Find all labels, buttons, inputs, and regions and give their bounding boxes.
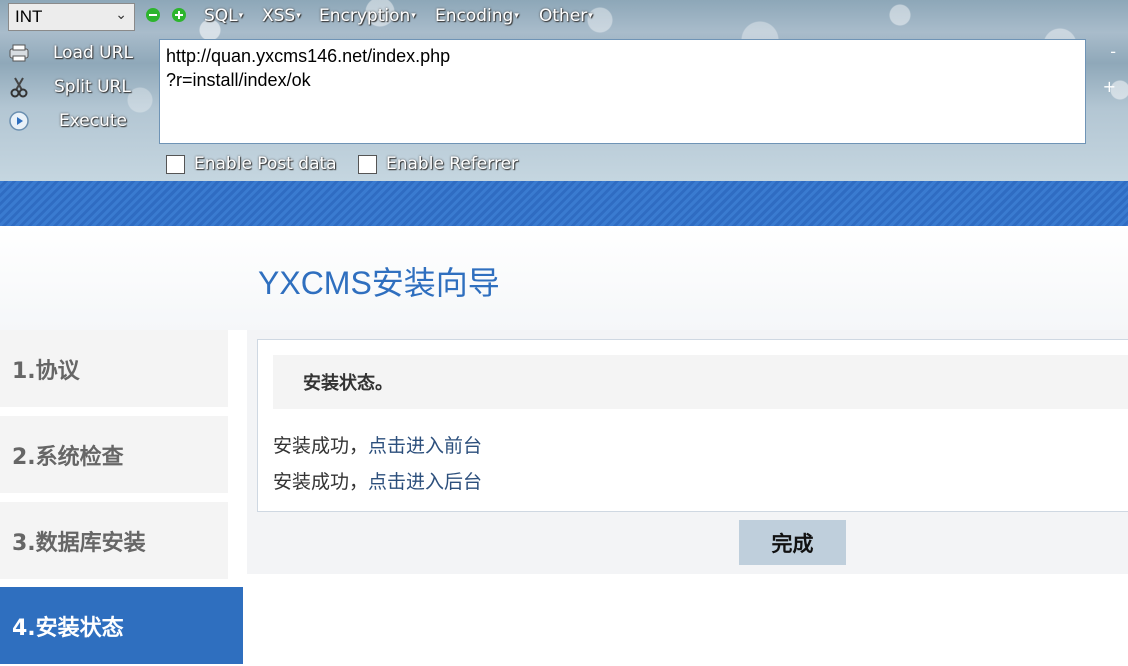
message-prefix: 安装成功， — [273, 435, 369, 457]
play-icon — [9, 111, 29, 131]
url-input[interactable]: http://quan.yxcms146.net/index.php ?r=in… — [159, 39, 1086, 144]
enable-post-checkbox[interactable]: Enable Post data — [166, 154, 337, 174]
caret-down-icon: ▾ — [238, 11, 244, 21]
expand-button[interactable]: + — [1103, 77, 1116, 96]
caret-down-icon: ▾ — [514, 11, 519, 21]
step-database-install: 3.数据库安装 — [0, 502, 228, 579]
message-prefix: 安装成功， — [273, 471, 369, 493]
enable-post-label: Enable Post data — [194, 154, 337, 174]
load-url-icon — [9, 44, 29, 62]
menu-sql[interactable]: SQL▾ — [204, 6, 243, 26]
checkbox-box[interactable] — [358, 154, 377, 174]
page-title: YXCMS安装向导 — [258, 265, 500, 301]
load-url-label: Load URL — [53, 43, 133, 63]
enable-referrer-checkbox[interactable]: Enable Referrer — [358, 154, 518, 174]
decrease-icon[interactable] — [146, 8, 160, 22]
header-banner — [0, 181, 1128, 226]
enable-referrer-label: Enable Referrer — [386, 154, 519, 174]
backend-link[interactable]: 点击进入后台 — [368, 471, 482, 493]
hackbar-toolbar: INT ⌄ SQL▾ XSS▾ Encryption▾ Encoding▾ Ot… — [0, 0, 1128, 181]
split-url-label: Split URL — [54, 77, 131, 97]
caret-down-icon: ▾ — [296, 11, 301, 21]
finish-button[interactable]: 完成 — [739, 520, 846, 565]
type-select-value: INT — [15, 7, 43, 26]
type-select[interactable]: INT ⌄ — [8, 3, 135, 31]
shrink-button[interactable]: - — [1110, 42, 1116, 61]
step-system-check: 2.系统检查 — [0, 416, 228, 493]
step-install-status: 4.安装状态 — [0, 587, 243, 664]
scissors-icon — [10, 77, 28, 98]
frontend-link[interactable]: 点击进入前台 — [368, 435, 482, 457]
menu-encoding[interactable]: Encoding▾ — [435, 6, 519, 26]
execute-action[interactable]: Execute — [8, 106, 127, 136]
menu-encryption[interactable]: Encryption▾ — [319, 6, 416, 26]
split-url-action[interactable]: Split URL — [8, 72, 131, 102]
message-frontend: 安装成功，点击进入前台 — [273, 431, 482, 458]
status-heading: 安装状态。 — [273, 355, 1128, 409]
menu-other[interactable]: Other▾ — [539, 6, 593, 26]
load-url-action[interactable]: Load URL — [8, 38, 133, 68]
execute-label: Execute — [59, 111, 127, 131]
chevron-down-icon: ⌄ — [115, 6, 127, 22]
caret-down-icon: ▾ — [411, 11, 416, 21]
checkbox-box[interactable] — [166, 154, 185, 174]
message-backend: 安装成功，点击进入后台 — [273, 467, 482, 494]
increase-icon[interactable] — [172, 8, 186, 22]
caret-down-icon: ▾ — [588, 11, 593, 21]
menu-xss[interactable]: XSS▾ — [262, 6, 301, 26]
page-header — [0, 226, 1128, 330]
step-agreement: 1.协议 — [0, 330, 228, 407]
